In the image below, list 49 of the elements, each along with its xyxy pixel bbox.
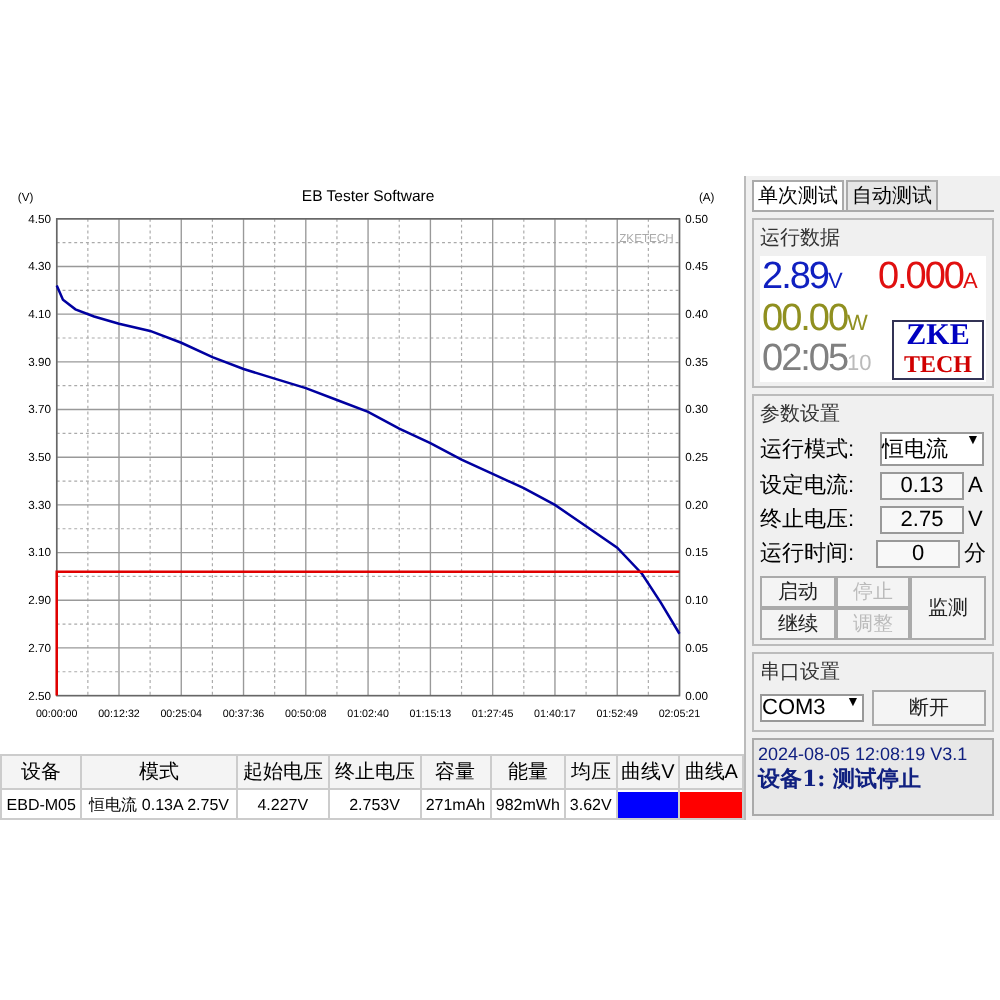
input-field[interactable]: 2.75 [880,505,964,533]
unit-label: A [968,473,983,497]
unit-label: V [827,270,843,294]
curve-color-swatch[interactable] [680,791,742,817]
voltage-reading: 2.89 [762,256,828,298]
table-cell: 恒电流 0.13A 2.75V [81,789,237,819]
curve-color-swatch[interactable] [617,791,679,817]
current-reading: 0.000 [877,256,963,298]
field-label: 终止电压: [760,506,857,534]
field-label: 设定电流: [760,471,857,500]
table-cell: 271mAh [420,789,491,819]
column-header: 曲线A [679,755,743,789]
column-header: 终止电压 [328,755,421,789]
table-cell: 982mWh [490,789,566,819]
tab[interactable]: 自动测试 [846,180,938,210]
unit-label: 分 [964,540,986,568]
field-label: 运行时间: [760,540,857,568]
chart-title: EB Tester Software [301,187,435,206]
table-cell: 3.62V [565,789,617,819]
column-header: 设备 [1,755,82,789]
status-text: 设备1: 测试停止 [758,764,924,794]
column-header: 模式 [81,755,237,789]
time-reading: 02:05 [762,338,848,380]
group-title: 串口设置 [760,659,842,686]
power-reading: 00.00 [762,298,848,340]
unit-label: V [968,507,983,531]
monitor-button[interactable]: 监测 [910,576,986,640]
column-header: 起始电压 [236,755,329,789]
column-header: 能量 [490,755,566,789]
seconds-reading: 10 [847,352,872,376]
unit-label: W [847,312,868,336]
table-cell: 4.227V [236,789,329,819]
unit-label: A [963,270,978,294]
tab[interactable]: 单次测试 [752,180,844,210]
group-title: 参数设置 [760,401,842,428]
field-label: 运行模式: [760,436,857,464]
action-button[interactable]: 启动 [760,576,836,608]
status-text: 2024-08-05 12:08:19 V3.1 [758,744,970,764]
group-title: 运行数据 [760,225,842,252]
logo: ZKE TECH [892,320,984,380]
input-field[interactable]: 0 [876,539,960,567]
table-cell: 2.753V [328,789,421,819]
table-cell: EBD-M05 [1,789,82,819]
disconnect-button[interactable]: 断开 [872,690,986,726]
action-button[interactable]: 继续 [760,608,836,640]
column-header: 曲线V [616,755,680,789]
input-field[interactable]: 0.13 [880,471,964,499]
column-header: 均压 [565,755,617,789]
column-header: 容量 [420,755,491,789]
